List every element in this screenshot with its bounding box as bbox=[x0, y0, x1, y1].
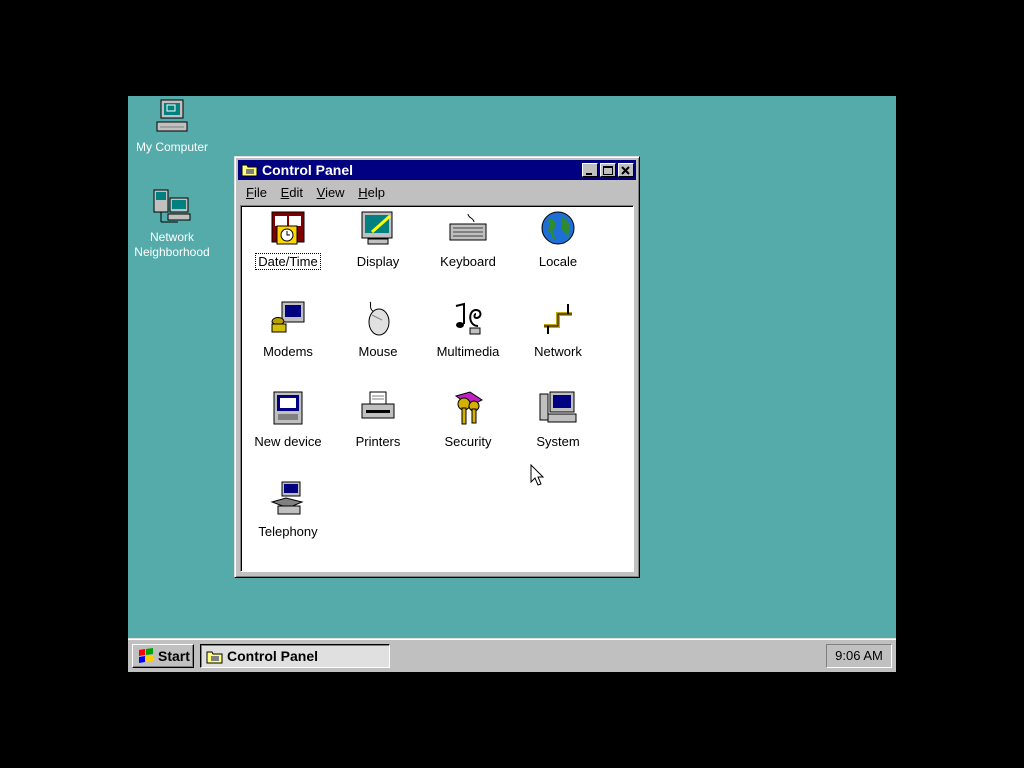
new-device-icon bbox=[273, 391, 303, 425]
windows-logo-icon bbox=[139, 648, 153, 663]
cp-item-locale[interactable]: Locale bbox=[513, 210, 603, 269]
menu-file[interactable]: File bbox=[241, 184, 272, 202]
cp-item-printers[interactable]: Printers bbox=[333, 390, 423, 449]
close-button[interactable] bbox=[618, 163, 634, 177]
menu-view[interactable]: View bbox=[312, 184, 350, 202]
desktop[interactable]: My Computer Network Neighborhood Control… bbox=[128, 96, 896, 672]
cp-item-label: Network bbox=[534, 344, 582, 359]
cp-item-display[interactable]: Display bbox=[333, 210, 423, 269]
my-computer-icon bbox=[156, 99, 188, 132]
cp-item-label: Display bbox=[356, 254, 400, 269]
menu-edit[interactable]: Edit bbox=[276, 184, 308, 202]
cp-item-multimedia[interactable]: Multimedia bbox=[423, 300, 513, 359]
maximize-button[interactable] bbox=[600, 163, 616, 177]
modem-icon bbox=[271, 301, 305, 333]
cp-item-keyboard[interactable]: Keyboard bbox=[423, 210, 513, 269]
menu-hotkey: H bbox=[358, 185, 368, 200]
menu-label: ile bbox=[253, 185, 267, 200]
cp-item-date-time[interactable]: Date/Time bbox=[243, 210, 333, 270]
close-icon bbox=[621, 166, 630, 175]
minimize-button[interactable] bbox=[582, 163, 598, 177]
cp-item-label: Telephony bbox=[258, 524, 318, 539]
multimedia-icon bbox=[455, 302, 482, 335]
window-title: Control Panel bbox=[262, 162, 354, 178]
telephony-icon bbox=[270, 481, 304, 515]
cp-item-system[interactable]: System bbox=[513, 390, 603, 449]
control-panel-folder-icon bbox=[206, 651, 223, 664]
mouse-icon bbox=[368, 301, 390, 336]
cp-item-label: New device bbox=[254, 434, 322, 449]
title-bar[interactable]: Control Panel bbox=[238, 160, 636, 180]
cp-item-network[interactable]: Network bbox=[513, 300, 603, 359]
cp-item-mouse[interactable]: Mouse bbox=[333, 300, 423, 359]
menu-hotkey: E bbox=[280, 185, 290, 200]
cp-item-label: Locale bbox=[538, 254, 578, 269]
desktop-icon-label: My Computer bbox=[135, 140, 209, 154]
system-tray: 9:06 AM bbox=[826, 644, 892, 668]
menu-hotkey: V bbox=[316, 185, 326, 200]
taskbar: Start Control Panel 9:06 AM bbox=[128, 638, 896, 672]
menu-label: iew bbox=[325, 185, 345, 200]
cp-item-label: Printers bbox=[355, 434, 401, 449]
menu-help[interactable]: Help bbox=[353, 184, 390, 202]
system-icon bbox=[539, 391, 577, 423]
cp-item-security[interactable]: Security bbox=[423, 390, 513, 449]
control-panel-folder-icon[interactable] bbox=[241, 162, 259, 178]
taskbar-button-label: Control Panel bbox=[227, 648, 319, 664]
minimize-icon bbox=[586, 173, 592, 175]
taskbar-button-control-panel[interactable]: Control Panel bbox=[200, 644, 390, 668]
cp-item-label: Keyboard bbox=[440, 254, 496, 269]
cp-item-label: Modems bbox=[263, 344, 313, 359]
menu-hotkey: F bbox=[246, 185, 254, 200]
desktop-icon-label: Network Neighborhood bbox=[134, 230, 210, 259]
cp-item-label: Multimedia bbox=[436, 344, 500, 359]
date-time-icon bbox=[271, 211, 305, 245]
printer-icon bbox=[361, 391, 395, 419]
control-panel-content[interactable]: Date/Time Display Keyboard Locale Modems… bbox=[240, 205, 634, 572]
cp-item-label: Mouse bbox=[358, 344, 398, 359]
cp-item-new-device[interactable]: New device bbox=[243, 390, 333, 449]
maximize-icon bbox=[603, 166, 613, 175]
clock[interactable]: 9:06 AM bbox=[835, 648, 883, 663]
menu-bar: File Edit View Help bbox=[241, 184, 390, 204]
cp-item-label: Security bbox=[444, 434, 492, 449]
menu-label: elp bbox=[367, 185, 385, 200]
cp-item-telephony[interactable]: Telephony bbox=[243, 480, 333, 539]
desktop-icon-network-neighborhood[interactable]: Network Neighborhood bbox=[128, 188, 222, 260]
cp-item-label: Date/Time bbox=[255, 253, 321, 270]
cp-item-label: System bbox=[536, 434, 580, 449]
start-button[interactable]: Start bbox=[132, 644, 194, 668]
network-neighborhood-icon bbox=[153, 189, 191, 223]
start-label: Start bbox=[158, 648, 190, 664]
desktop-icon-my-computer[interactable]: My Computer bbox=[128, 98, 222, 155]
control-panel-window[interactable]: Control Panel File Edit View Help Date/T… bbox=[234, 156, 640, 578]
cp-item-modems[interactable]: Modems bbox=[243, 300, 333, 359]
keyboard-icon bbox=[449, 213, 487, 241]
globe-icon bbox=[541, 211, 575, 245]
network-icon bbox=[544, 304, 572, 334]
keys-icon bbox=[454, 391, 483, 425]
mouse-pointer-icon bbox=[530, 464, 545, 486]
menu-label: dit bbox=[289, 185, 303, 200]
display-icon bbox=[361, 211, 393, 245]
